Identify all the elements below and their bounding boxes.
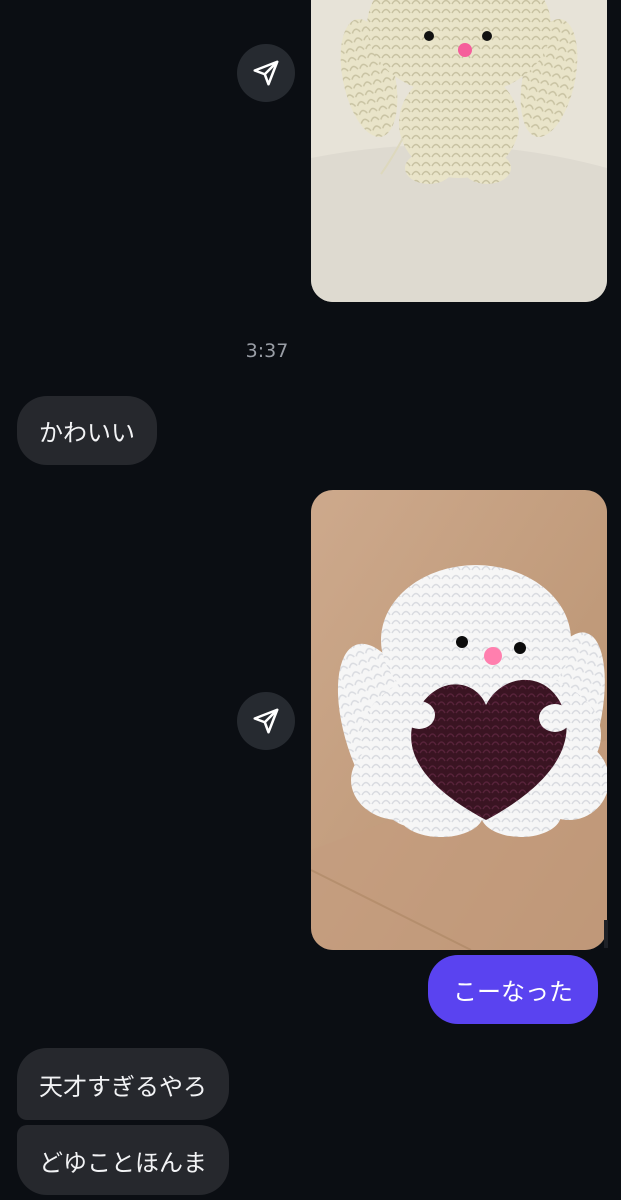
incoming-message[interactable]: かわいい bbox=[17, 396, 157, 465]
share-button-photo-2[interactable] bbox=[237, 692, 295, 750]
crochet-bunny-heart-photo bbox=[311, 490, 607, 950]
message-text: こーなった bbox=[453, 978, 573, 1006]
incoming-message[interactable]: どゆことほんま bbox=[17, 1125, 229, 1195]
crochet-bunny-photo bbox=[311, 0, 607, 302]
message-text: 天才すぎるやろ bbox=[39, 1072, 207, 1101]
outgoing-message[interactable]: こーなった bbox=[428, 955, 598, 1024]
send-icon bbox=[253, 708, 279, 734]
message-text: かわいい bbox=[39, 419, 135, 447]
message-text: どゆことほんま bbox=[39, 1148, 207, 1177]
photo-message-bunny[interactable] bbox=[311, 0, 607, 302]
photo-message-bunny-heart[interactable] bbox=[311, 490, 607, 950]
share-button-photo-1[interactable] bbox=[237, 44, 295, 102]
message-timestamp: 3:37 bbox=[245, 340, 289, 362]
scroll-edge bbox=[604, 920, 608, 948]
incoming-message[interactable]: 天才すぎるやろ bbox=[17, 1048, 229, 1120]
send-icon bbox=[253, 60, 279, 86]
